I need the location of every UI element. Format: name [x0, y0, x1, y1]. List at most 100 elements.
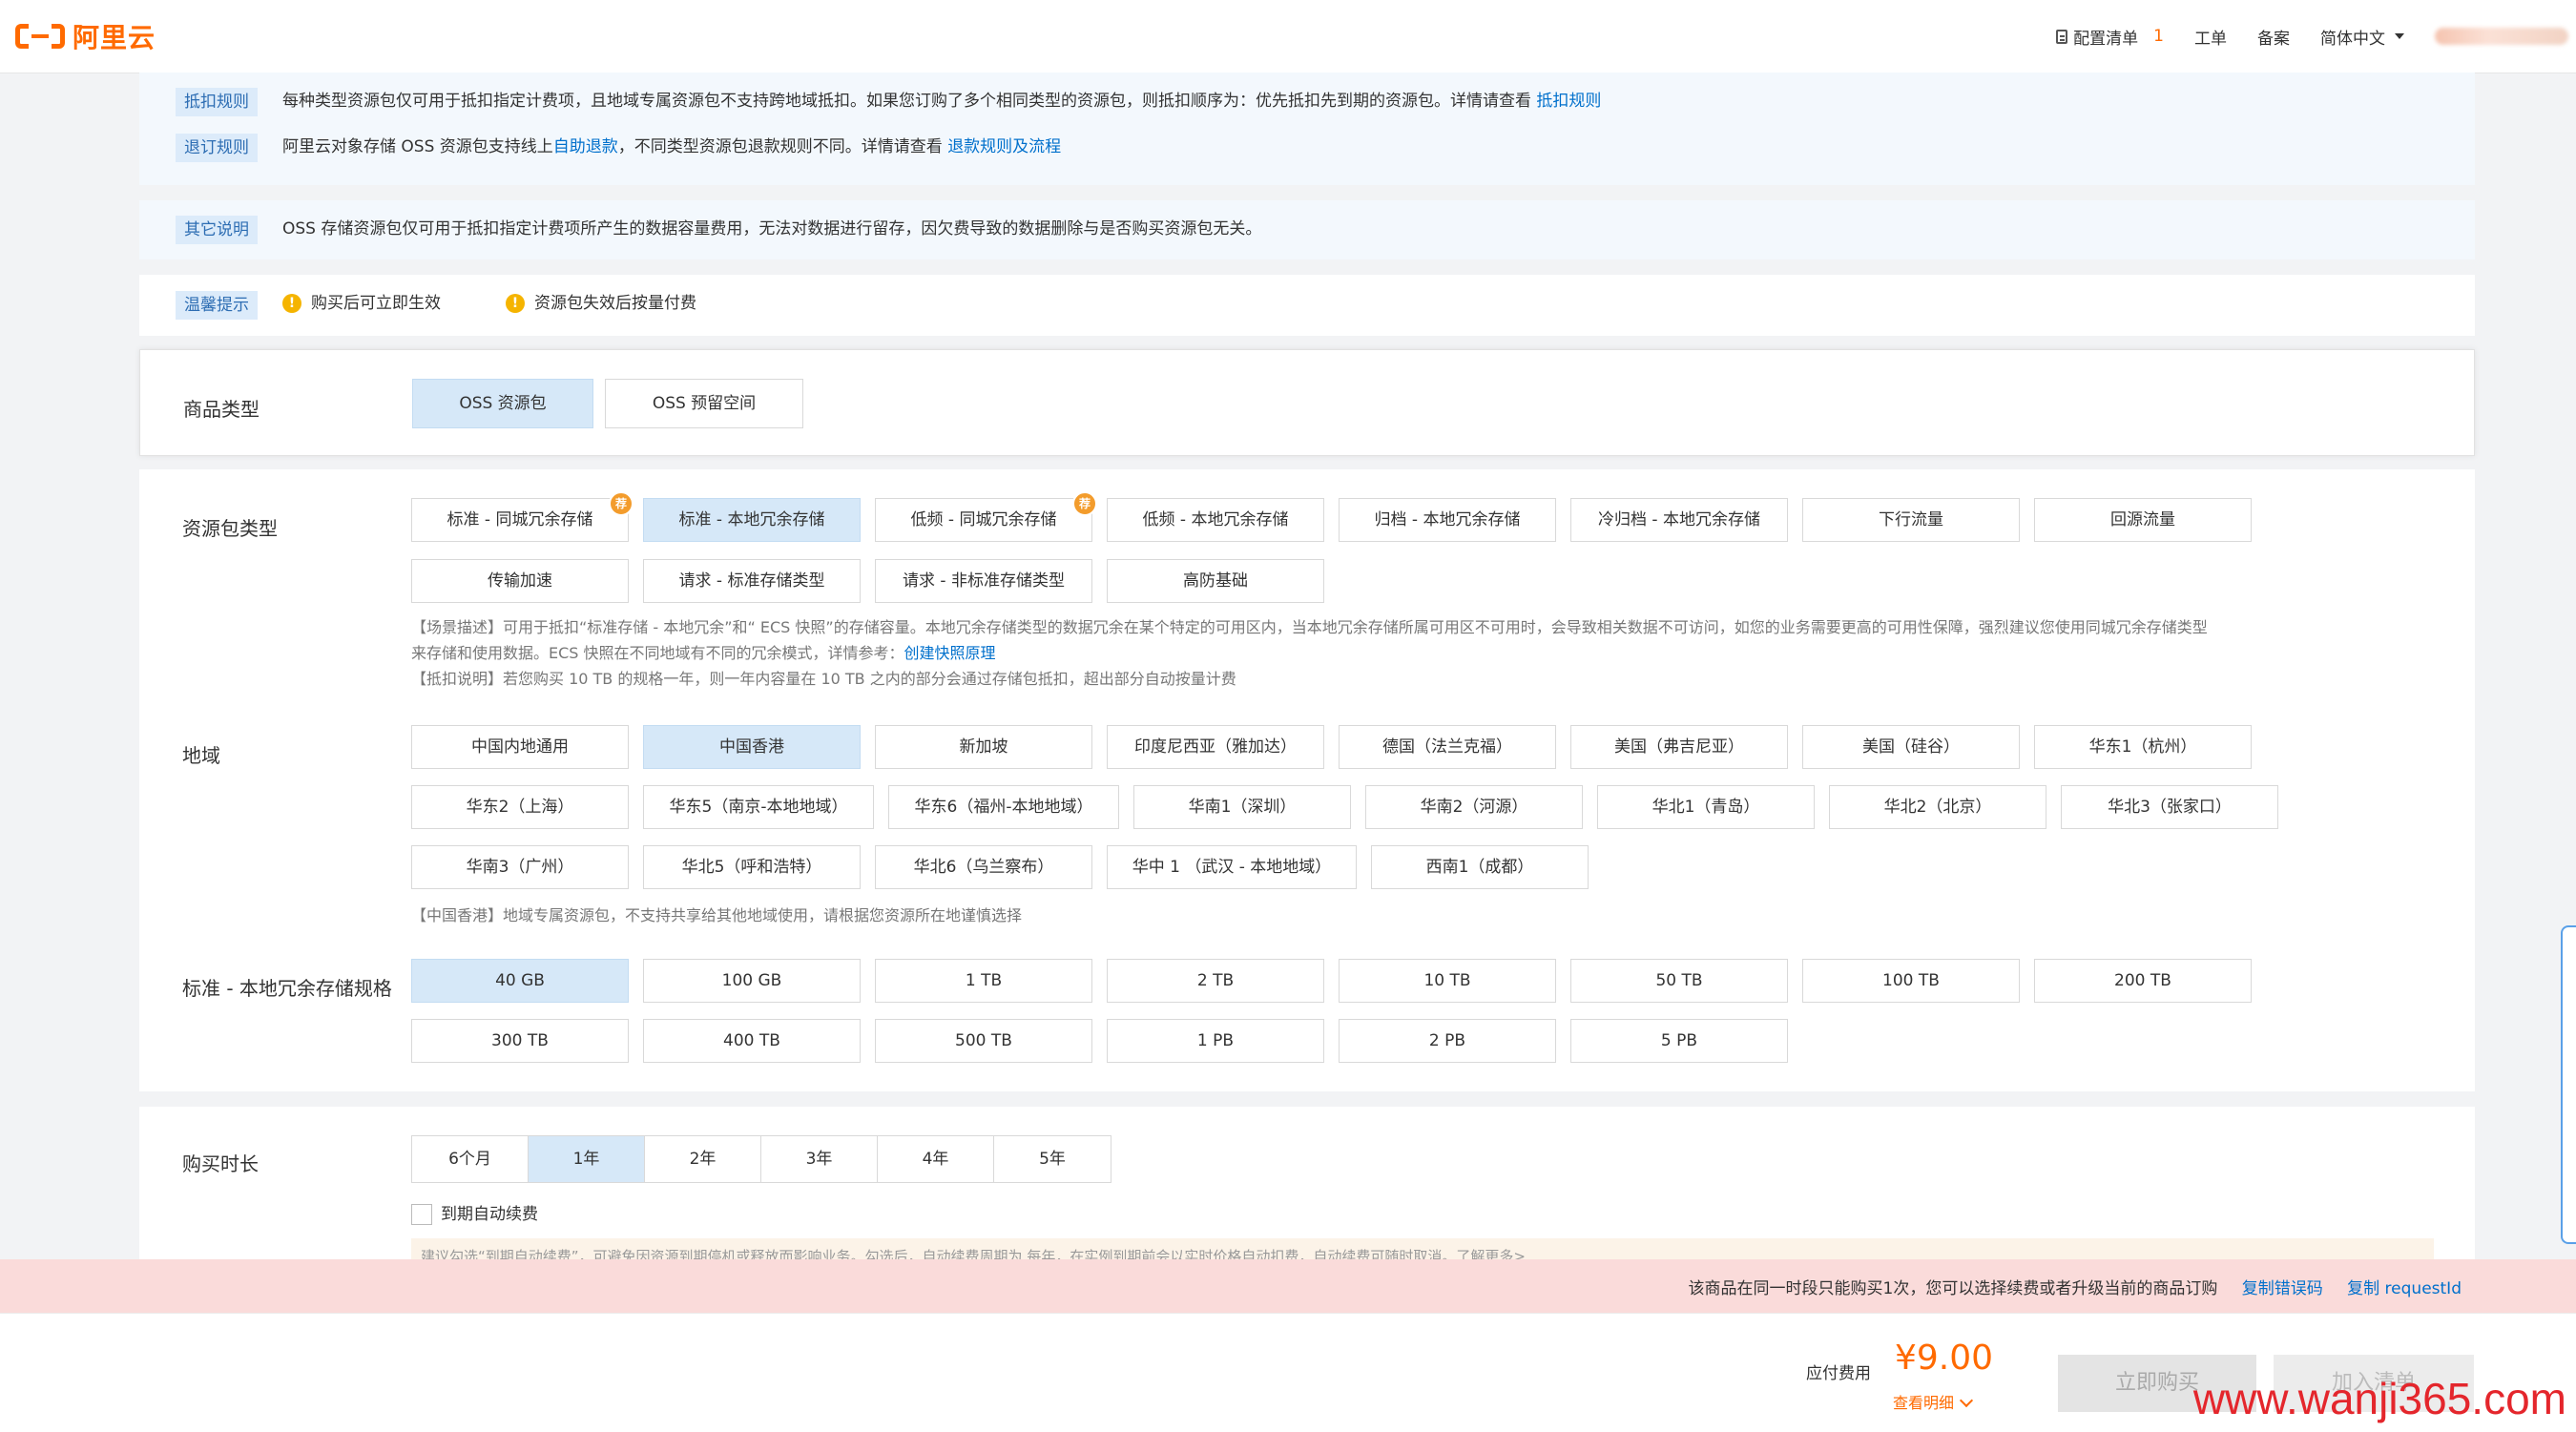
region-option[interactable]: 华北2（北京）: [1829, 785, 2046, 829]
duration-option[interactable]: 5年: [994, 1136, 1111, 1182]
region-option[interactable]: 德国（法兰克福）: [1339, 725, 1556, 769]
option-label: 下行流量: [1879, 510, 1943, 529]
error-message: 该商品在同一时段只能购买1次，您可以选择续费或者升级当前的商品订购 复制错误码 …: [1689, 1275, 2462, 1298]
user-account[interactable]: [2435, 28, 2568, 45]
spec-option[interactable]: 100 GB: [643, 959, 861, 1003]
option-label: 华东6（福州-本地地域）: [914, 798, 1093, 817]
option-label: 40 GB: [495, 971, 545, 990]
refund-rule-body-b: ，不同类型资源包退款规则不同。详情请查看: [617, 137, 943, 156]
package-type-option[interactable]: 下行流量: [1802, 498, 2020, 542]
region-option[interactable]: 华南2（河源）: [1365, 785, 1583, 829]
region-option[interactable]: 华北3（张家口）: [2061, 785, 2278, 829]
spec-option[interactable]: 200 TB: [2034, 959, 2252, 1003]
option-label: 100 TB: [1882, 971, 1940, 990]
option-label: 低频 - 本地冗余存储: [1142, 510, 1289, 529]
spec-option[interactable]: 500 TB: [875, 1019, 1092, 1063]
region-option[interactable]: 印度尼西亚（雅加达）: [1107, 725, 1324, 769]
tips-panel: 温馨提示 ! 购买后可立即生效 ! 资源包失效后按量付费: [139, 275, 2475, 336]
self-refund-link[interactable]: 自助退款: [553, 137, 618, 156]
spec-option[interactable]: 100 TB: [1802, 959, 2020, 1003]
other-notes-text: OSS 存储资源包仅可用于抵扣指定计费项所产生的数据容量费用，无法对数据进行留存…: [282, 219, 1262, 239]
spec-option[interactable]: 400 TB: [643, 1019, 861, 1063]
chevron-down-icon: [2395, 33, 2404, 39]
product-type-option[interactable]: OSS 预留空间: [605, 379, 803, 428]
auto-renew-checkbox[interactable]: [411, 1204, 432, 1225]
region-option[interactable]: 华东6（福州-本地地域）: [888, 785, 1119, 829]
region-option[interactable]: 华东1（杭州）: [2034, 725, 2252, 769]
option-label: 标准 - 同城冗余存储: [447, 510, 593, 529]
spec-option[interactable]: 1 TB: [875, 959, 1092, 1003]
option-label: 冷归档 - 本地冗余存储: [1598, 510, 1760, 529]
package-type-option[interactable]: 标准 - 同城冗余存储荐: [411, 491, 634, 542]
option-label: 华东2（上海）: [466, 798, 574, 817]
product-type-option[interactable]: OSS 资源包: [412, 379, 593, 428]
floating-help-widget[interactable]: [2561, 925, 2576, 1244]
spec-option[interactable]: 2 TB: [1107, 959, 1324, 1003]
record-link[interactable]: 备案: [2257, 25, 2290, 49]
option-label: 2 TB: [1196, 971, 1235, 990]
region-option[interactable]: 华东5（南京-本地地域）: [643, 785, 874, 829]
region-option[interactable]: 中国内地通用: [411, 725, 629, 769]
package-type-option[interactable]: 高防基础: [1107, 559, 1324, 603]
duration-option[interactable]: 6个月: [412, 1136, 529, 1182]
config-list-link[interactable]: 配置清单 1: [2056, 25, 2164, 49]
region-option[interactable]: 新加坡: [875, 725, 1092, 769]
duration-option[interactable]: 4年: [878, 1136, 994, 1182]
duration-option[interactable]: 1年: [529, 1136, 645, 1182]
spec-option[interactable]: 10 TB: [1339, 959, 1556, 1003]
spec-option[interactable]: 300 TB: [411, 1019, 629, 1063]
deduct-rule-link[interactable]: 抵扣规则: [1536, 92, 1601, 111]
error-message-text: 该商品在同一时段只能购买1次，您可以选择续费或者升级当前的商品订购: [1688, 1279, 2218, 1298]
fee-detail-link[interactable]: 查看明细: [1893, 1390, 1974, 1413]
fee-label: 应付费用: [1806, 1364, 1871, 1383]
spec-option[interactable]: 40 GB: [411, 959, 629, 1003]
duration-label: 购买时长: [182, 1152, 259, 1175]
warning-icon: !: [506, 294, 525, 313]
package-type-option[interactable]: 冷归档 - 本地冗余存储: [1570, 498, 1788, 542]
package-type-option[interactable]: 请求 - 标准存储类型: [643, 559, 861, 603]
region-option[interactable]: 美国（硅谷）: [1802, 725, 2020, 769]
language-dropdown[interactable]: 简体中文: [2320, 25, 2404, 49]
deduct-rule-tag: 抵扣规则: [176, 88, 258, 116]
package-type-option[interactable]: 请求 - 非标准存储类型: [875, 559, 1092, 603]
tips-tag: 温馨提示: [176, 291, 258, 320]
region-option[interactable]: 华北5（呼和浩特）: [643, 845, 861, 889]
package-note-line3: 【抵扣说明】若您购买 10 TB 的规格一年，则一年内容量在 10 TB 之内的…: [411, 670, 1236, 688]
option-label: 请求 - 标准存储类型: [678, 571, 825, 591]
spec-panel: 资源包类型 标准 - 同城冗余存储荐标准 - 本地冗余存储 低频 - 同城冗余存储…: [139, 469, 2475, 1091]
spec-option[interactable]: 2 PB: [1339, 1019, 1556, 1063]
package-type-option[interactable]: 标准 - 本地冗余存储: [643, 498, 861, 542]
region-option[interactable]: 华南1（深圳）: [1133, 785, 1351, 829]
region-note: 【中国香港】地域专属资源包，不支持共享给其他地域使用，请根据您资源所在地谨慎选择: [411, 906, 1023, 924]
copy-request-id-link[interactable]: 复制 requestId: [2347, 1279, 2462, 1298]
package-type-option[interactable]: 低频 - 同城冗余存储荐: [875, 491, 1097, 542]
package-type-option[interactable]: 归档 - 本地冗余存储: [1339, 498, 1556, 542]
option-label: 美国（弗吉尼亚）: [1614, 737, 1744, 757]
region-option[interactable]: 美国（弗吉尼亚）: [1570, 725, 1788, 769]
spec-option[interactable]: 5 PB: [1570, 1019, 1788, 1063]
option-label: 华中 1 （武汉 - 本地地域）: [1132, 858, 1332, 877]
option-label: 美国（硅谷）: [1862, 737, 1960, 757]
copy-error-code-link[interactable]: 复制错误码: [2242, 1279, 2323, 1298]
auto-renew-hint-text: 建议勾选“到期自动续费”，可避免因资源到期停机或释放而影响业务。勾选后，自动续费…: [421, 1248, 1526, 1259]
package-type-option[interactable]: 传输加速: [411, 559, 629, 603]
package-type-option[interactable]: 低频 - 本地冗余存储: [1107, 498, 1324, 542]
region-option[interactable]: 华东2（上海）: [411, 785, 629, 829]
region-option[interactable]: 中国香港: [643, 725, 861, 769]
duration-option[interactable]: 2年: [645, 1136, 761, 1182]
option-label: 400 TB: [723, 1031, 780, 1050]
snapshot-principle-link[interactable]: 创建快照原理: [904, 644, 996, 662]
region-option[interactable]: 华中 1 （武汉 - 本地地域）: [1107, 845, 1357, 889]
region-option[interactable]: 华北6（乌兰察布）: [875, 845, 1092, 889]
ticket-link[interactable]: 工单: [2194, 25, 2227, 49]
spec-option[interactable]: 50 TB: [1570, 959, 1788, 1003]
aliyun-logo[interactable]: 阿里云: [15, 19, 156, 53]
region-option[interactable]: 西南1（成都）: [1371, 845, 1589, 889]
region-option[interactable]: 华南3（广州）: [411, 845, 629, 889]
package-type-option[interactable]: 回源流量: [2034, 498, 2252, 542]
region-option[interactable]: 华北1（青岛）: [1597, 785, 1815, 829]
refund-process-link[interactable]: 退款规则及流程: [947, 137, 1061, 156]
option-label: 100 GB: [721, 971, 782, 990]
duration-option[interactable]: 3年: [761, 1136, 878, 1182]
spec-option[interactable]: 1 PB: [1107, 1019, 1324, 1063]
